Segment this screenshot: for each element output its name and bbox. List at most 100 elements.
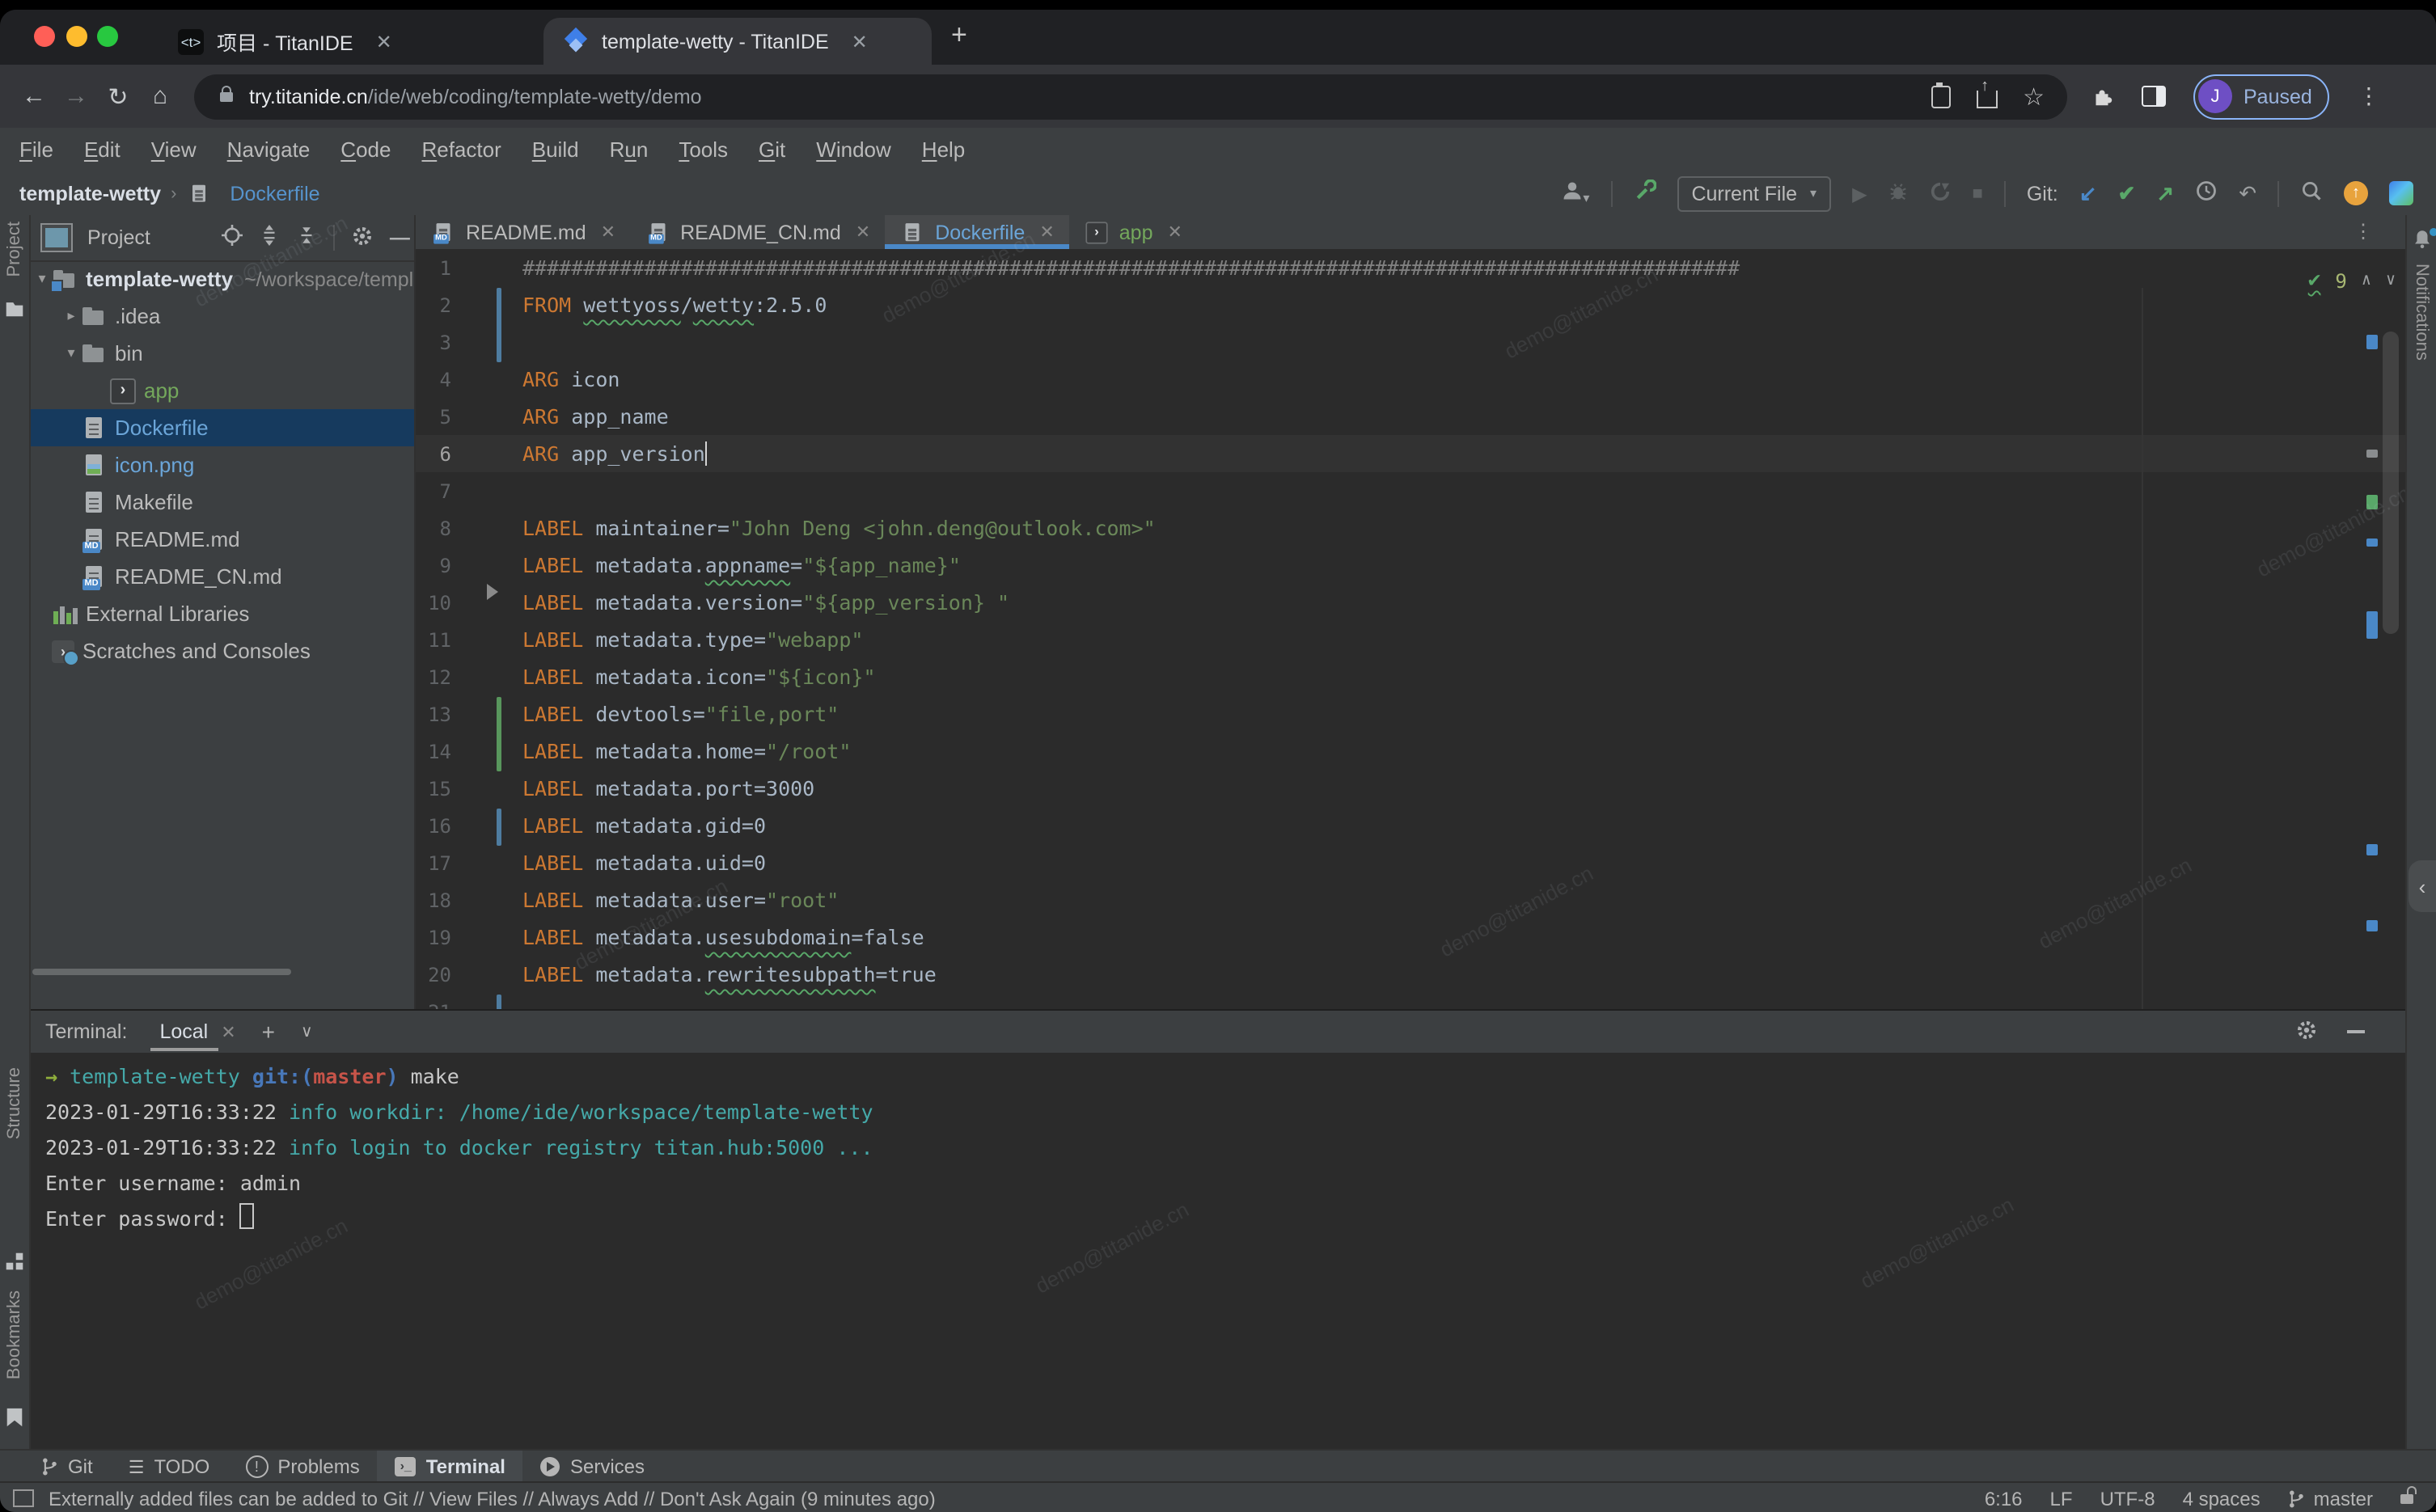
tree-item-app[interactable]: ›app bbox=[29, 372, 414, 409]
terminal-line-1[interactable]: → template-wetty git:(master) make bbox=[29, 1059, 2407, 1095]
error-stripe-mark[interactable] bbox=[2366, 538, 2378, 547]
toolwindow-todo[interactable]: ☰ TODO bbox=[111, 1451, 228, 1483]
breadcrumb-file[interactable]: Dockerfile bbox=[230, 182, 319, 205]
new-terminal-icon[interactable]: + bbox=[262, 1019, 275, 1045]
error-stripe-mark[interactable] bbox=[2366, 844, 2378, 855]
terminal-settings-gear-icon[interactable] bbox=[2295, 1018, 2318, 1045]
code-line-12[interactable]: 12LABEL metadata.icon="${icon}" bbox=[416, 658, 2409, 695]
tool-stripe-bookmarks[interactable]: Bookmarks bbox=[5, 1290, 24, 1379]
code-line-17[interactable]: 17LABEL metadata.uid=0 bbox=[416, 844, 2409, 881]
tab-close-icon[interactable]: ✕ bbox=[852, 30, 868, 53]
error-stripe-mark[interactable] bbox=[2366, 495, 2378, 509]
code-line-2[interactable]: 2FROM wettyoss/wetty:2.5.0 bbox=[416, 286, 2409, 323]
tree-item-external-libraries[interactable]: External Libraries bbox=[29, 595, 414, 632]
indent-style[interactable]: 4 spaces bbox=[2183, 1487, 2260, 1510]
horizontal-scrollbar[interactable] bbox=[32, 969, 291, 975]
profile-user-icon[interactable]: ▾ bbox=[1560, 179, 1589, 207]
code-line-6[interactable]: 6ARG app_version bbox=[416, 435, 2409, 472]
tree-chevron-icon[interactable]: ▾ bbox=[32, 270, 52, 288]
home-icon[interactable]: ⌂ bbox=[139, 82, 181, 110]
code-area[interactable]: 1#######################################… bbox=[416, 249, 2409, 1009]
hide-panel-icon[interactable]: — bbox=[390, 226, 410, 249]
address-bar[interactable]: try.titanide.cn/ide/web/coding/template-… bbox=[194, 74, 2067, 119]
reload-icon[interactable]: ↻ bbox=[97, 82, 139, 111]
code-line-7[interactable]: 7 bbox=[416, 472, 2409, 509]
toolwindow-git[interactable]: Git bbox=[23, 1451, 111, 1483]
menu-code[interactable]: Code bbox=[340, 137, 391, 162]
line-ending[interactable]: LF bbox=[2050, 1487, 2073, 1510]
run-configuration-select[interactable]: Current File ▾ bbox=[1677, 175, 1831, 211]
code-line-19[interactable]: 19LABEL metadata.usesubdomain=false bbox=[416, 919, 2409, 956]
lock-icon[interactable] bbox=[220, 91, 233, 101]
expand-all-icon[interactable] bbox=[259, 225, 280, 251]
editor-tab-readme[interactable]: MD README.md✕ bbox=[416, 215, 630, 249]
tree-chevron-icon[interactable]: ▸ bbox=[61, 307, 81, 325]
code-line-9[interactable]: 9LABEL metadata.appname="${app_name}" bbox=[416, 547, 2409, 584]
history-clock-icon[interactable] bbox=[2195, 179, 2218, 207]
build-wrench-icon[interactable] bbox=[1633, 179, 1656, 207]
tab-close-icon[interactable]: ✕ bbox=[856, 222, 870, 243]
structure-icon[interactable] bbox=[5, 1250, 24, 1279]
tree-item-readme-md[interactable]: MDREADME.md bbox=[29, 521, 414, 558]
menu-git[interactable]: Git bbox=[759, 137, 785, 162]
side-panel-icon[interactable] bbox=[2142, 86, 2166, 107]
new-tab-button[interactable]: + bbox=[951, 19, 967, 52]
menu-refactor[interactable]: Refactor bbox=[421, 137, 501, 162]
gutter-change-marker[interactable] bbox=[497, 995, 501, 1009]
tab-close-icon[interactable]: ✕ bbox=[1168, 222, 1182, 243]
git-branch-widget[interactable]: master bbox=[2288, 1487, 2373, 1510]
code-line-3[interactable]: 3 bbox=[416, 323, 2409, 361]
editor-tab-readme-cn[interactable]: MD README_CN.md✕ bbox=[630, 215, 885, 249]
tree-item-readme-cn-md[interactable]: MDREADME_CN.md bbox=[29, 558, 414, 595]
code-line-1[interactable]: 1#######################################… bbox=[416, 249, 2409, 286]
collapse-side-chevron-icon[interactable]: ‹ bbox=[2409, 860, 2436, 912]
caret-position[interactable]: 6:16 bbox=[1985, 1487, 2023, 1510]
code-line-21[interactable]: 21 bbox=[416, 993, 2409, 1009]
locate-file-icon[interactable] bbox=[222, 225, 243, 251]
project-panel-title[interactable]: Project bbox=[87, 226, 150, 249]
error-stripe-mark[interactable] bbox=[2366, 611, 2378, 639]
tree-item-makefile[interactable]: Makefile bbox=[29, 484, 414, 521]
terminal-line-5[interactable]: Enter password: bbox=[29, 1202, 2407, 1237]
zoom-window-button[interactable] bbox=[97, 26, 118, 47]
code-line-18[interactable]: 18LABEL metadata.user="root" bbox=[416, 881, 2409, 919]
share-icon[interactable] bbox=[1976, 91, 1997, 108]
terminal-output[interactable]: → template-wetty git:(master) make2023-0… bbox=[29, 1053, 2407, 1237]
code-line-16[interactable]: 16LABEL metadata.gid=0 bbox=[416, 807, 2409, 844]
tab-close-icon[interactable]: ✕ bbox=[1039, 222, 1054, 243]
menu-file[interactable]: File bbox=[19, 137, 53, 162]
browser-menu-icon[interactable]: ⋮ bbox=[2358, 82, 2380, 110]
terminal-line-2[interactable]: 2023-01-29T16:33:22 info workdir: /home/… bbox=[29, 1095, 2407, 1130]
code-line-5[interactable]: 5ARG app_name bbox=[416, 398, 2409, 435]
code-line-11[interactable]: 11LABEL metadata.type="webapp" bbox=[416, 621, 2409, 658]
tree-item-icon-png[interactable]: icon.png bbox=[29, 446, 414, 484]
prev-problem-icon[interactable]: ∧ bbox=[2362, 272, 2371, 289]
terminal-line-4[interactable]: Enter username: admin bbox=[29, 1166, 2407, 1202]
git-update-icon[interactable]: ↙ bbox=[2079, 180, 2097, 206]
browser-tab-project[interactable]: <t> 项目 - TitanIDE ✕ bbox=[162, 18, 537, 65]
git-push-icon[interactable]: ↗ bbox=[2156, 180, 2174, 206]
tool-stripe-project[interactable]: Project bbox=[5, 222, 24, 277]
status-window-icon[interactable] bbox=[13, 1489, 34, 1507]
unlock-icon[interactable] bbox=[2400, 1493, 2413, 1503]
menu-view[interactable]: View bbox=[151, 137, 197, 162]
code-line-8[interactable]: 8LABEL maintainer="John Deng <john.deng@… bbox=[416, 509, 2409, 547]
editor-scrollbar[interactable] bbox=[2383, 332, 2399, 634]
tab-close-icon[interactable]: ✕ bbox=[376, 30, 392, 53]
menu-run[interactable]: Run bbox=[610, 137, 649, 162]
bookmark-star-icon[interactable]: ☆ bbox=[2023, 82, 2045, 111]
bookmark-icon[interactable] bbox=[5, 1407, 24, 1436]
toolwindow-services[interactable]: Services bbox=[523, 1451, 662, 1483]
clipboard-icon[interactable] bbox=[1931, 85, 1950, 108]
gutter-change-marker[interactable] bbox=[497, 697, 501, 771]
tree-item-scratches-and-consoles[interactable]: ›Scratches and Consoles bbox=[29, 632, 414, 669]
coverage-button[interactable] bbox=[1931, 180, 1952, 206]
code-line-20[interactable]: 20LABEL metadata.rewritesubpath=true bbox=[416, 956, 2409, 993]
menu-navigate[interactable]: Navigate bbox=[227, 137, 311, 162]
menu-edit[interactable]: Edit bbox=[84, 137, 121, 162]
terminal-tab-local[interactable]: Local bbox=[153, 1011, 214, 1053]
notifications-bell-icon[interactable] bbox=[2412, 228, 2433, 257]
terminal-dropdown-icon[interactable]: ∨ bbox=[301, 1023, 313, 1041]
tree-item-dockerfile[interactable]: Dockerfile bbox=[29, 409, 414, 446]
file-encoding[interactable]: UTF-8 bbox=[2100, 1487, 2155, 1510]
